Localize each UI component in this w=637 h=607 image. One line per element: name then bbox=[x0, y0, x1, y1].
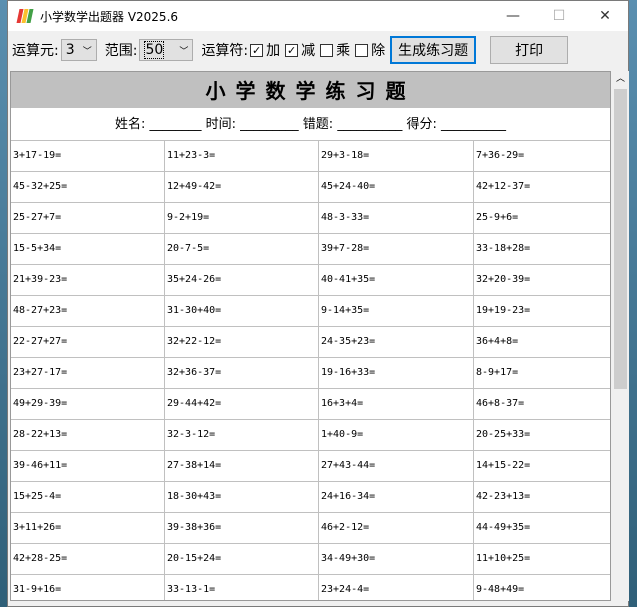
problem-cell: 34-49+30= bbox=[319, 544, 474, 575]
problem-cell: 14+15-22= bbox=[474, 451, 610, 482]
problem-cell: 22-27+27= bbox=[11, 327, 165, 358]
op-divide-checkbox[interactable]: 除 bbox=[355, 40, 385, 60]
op-multiply-checkbox[interactable]: 乘 bbox=[320, 40, 350, 60]
problem-cell: 48-27+23= bbox=[11, 296, 165, 327]
problem-cell: 33-18+28= bbox=[474, 234, 610, 265]
problem-cell: 20-7-5= bbox=[165, 234, 319, 265]
problem-cell: 39+7-28= bbox=[319, 234, 474, 265]
problem-cell: 16+3+4= bbox=[319, 389, 474, 420]
problem-cell: 39-46+11= bbox=[11, 451, 165, 482]
op-subtract-checkbox[interactable]: ✓ 减 bbox=[285, 40, 315, 60]
minimize-button[interactable]: — bbox=[490, 8, 536, 24]
problem-cell: 20-25+33= bbox=[474, 420, 610, 451]
problem-cell: 36+4+8= bbox=[474, 327, 610, 358]
range-select[interactable]: 50 ﹀ bbox=[139, 39, 194, 61]
op-label: 乘 bbox=[336, 43, 351, 59]
problem-cell: 7+36-29= bbox=[474, 141, 610, 172]
scroll-thumb[interactable] bbox=[614, 89, 627, 389]
problem-cell: 45-32+25= bbox=[11, 172, 165, 203]
app-window: 小学数学出题器 V2025.6 — ☐ ✕ 运算元: 3 ﹀ 范围: 50 ﹀ 运算… bbox=[7, 0, 629, 607]
problem-cell: 27+43-44= bbox=[319, 451, 474, 482]
problem-cell: 32+36-37= bbox=[165, 358, 319, 389]
problem-cell: 33-13-1= bbox=[165, 575, 319, 600]
problem-cell: 29+3-18= bbox=[319, 141, 474, 172]
problem-cell: 46+2-12= bbox=[319, 513, 474, 544]
op-label: 加 bbox=[266, 43, 281, 59]
problem-cell: 32+22-12= bbox=[165, 327, 319, 358]
checkbox-icon bbox=[355, 43, 369, 57]
toolbar: 运算元: 3 ﹀ 范围: 50 ﹀ 运算符: ✓ 加 ✓ 减 乘 除 生成练习题 打印 bbox=[8, 31, 628, 69]
op-label: 减 bbox=[301, 43, 316, 59]
problem-cell: 42-23+13= bbox=[474, 482, 610, 513]
chevron-down-icon: ﹀ bbox=[82, 46, 92, 57]
problem-cell: 20-15+24= bbox=[165, 544, 319, 575]
problem-cell: 46+8-37= bbox=[474, 389, 610, 420]
checkbox-checked-icon: ✓ bbox=[285, 43, 299, 57]
problem-cell: 18-30+43= bbox=[165, 482, 319, 513]
problem-cell: 3+11+26= bbox=[11, 513, 165, 544]
problem-cell: 3+17-19= bbox=[11, 141, 165, 172]
vertical-scrollbar[interactable]: ︿ bbox=[612, 71, 629, 601]
chevron-down-icon: ﹀ bbox=[179, 46, 189, 57]
problem-cell: 31-30+40= bbox=[165, 296, 319, 327]
problem-cell: 19-16+33= bbox=[319, 358, 474, 389]
op-label: 除 bbox=[371, 43, 386, 59]
range-label: 范围: bbox=[104, 43, 138, 59]
problem-cell: 12+49-42= bbox=[165, 172, 319, 203]
problem-cell: 8-9+17= bbox=[474, 358, 610, 389]
problem-cell: 21+39-23= bbox=[11, 265, 165, 296]
problem-cell: 24-35+23= bbox=[319, 327, 474, 358]
operand-value: 3 bbox=[65, 42, 75, 58]
problem-cell: 40-41+35= bbox=[319, 265, 474, 296]
problem-cell: 11+23-3= bbox=[165, 141, 319, 172]
print-button[interactable]: 打印 bbox=[490, 36, 569, 64]
problem-cell: 1+40-9= bbox=[319, 420, 474, 451]
close-button[interactable]: ✕ bbox=[582, 8, 628, 24]
problem-cell: 25-27+7= bbox=[11, 203, 165, 234]
problem-cell: 48-3-33= bbox=[319, 203, 474, 234]
problem-cell: 19+19-23= bbox=[474, 296, 610, 327]
app-logo-icon bbox=[16, 9, 34, 23]
problem-cell: 15-5+34= bbox=[11, 234, 165, 265]
problem-cell: 45+24-40= bbox=[319, 172, 474, 203]
problem-cell: 15+25-4= bbox=[11, 482, 165, 513]
student-info: 姓名: ________ 时间: _________ 错题: _________… bbox=[115, 117, 506, 132]
problem-cell: 23+24-4= bbox=[319, 575, 474, 600]
problem-cell: 32+20-39= bbox=[474, 265, 610, 296]
window-title: 小学数学出题器 V2025.6 bbox=[40, 9, 179, 24]
problem-cell: 25-9+6= bbox=[474, 203, 610, 234]
problem-cell: 39-38+36= bbox=[165, 513, 319, 544]
problem-cell: 9-14+35= bbox=[319, 296, 474, 327]
checkbox-icon bbox=[320, 43, 334, 57]
worksheet: 小学数学练习题 姓名: ________ 时间: _________ 错题: _… bbox=[10, 71, 611, 601]
operand-select[interactable]: 3 ﹀ bbox=[60, 39, 97, 61]
problem-cell: 42+12-37= bbox=[474, 172, 610, 203]
problem-cell: 9-48+49= bbox=[474, 575, 610, 600]
problem-cell: 28-22+13= bbox=[11, 420, 165, 451]
maximize-button[interactable]: ☐ bbox=[536, 8, 582, 24]
problem-cell: 24+16-34= bbox=[319, 482, 474, 513]
problem-cell: 27-38+14= bbox=[165, 451, 319, 482]
operator-label: 运算符: bbox=[201, 43, 249, 59]
title-bar: 小学数学出题器 V2025.6 — ☐ ✕ bbox=[8, 1, 628, 31]
problem-cell: 9-2+19= bbox=[165, 203, 319, 234]
problem-cell: 35+24-26= bbox=[165, 265, 319, 296]
generate-button[interactable]: 生成练习题 bbox=[390, 36, 477, 64]
problem-cell: 32-3-12= bbox=[165, 420, 319, 451]
problem-cell: 23+27-17= bbox=[11, 358, 165, 389]
problem-cell: 44-49+35= bbox=[474, 513, 610, 544]
problem-cell: 11+10+25= bbox=[474, 544, 610, 575]
checkbox-checked-icon: ✓ bbox=[250, 43, 264, 57]
sheet-title: 小学数学练习题 bbox=[11, 72, 610, 110]
problem-cell: 49+29-39= bbox=[11, 389, 165, 420]
operand-label: 运算元: bbox=[12, 43, 59, 59]
problem-cell: 29-44+42= bbox=[165, 389, 319, 420]
range-value: 50 bbox=[144, 41, 165, 59]
problem-grid: 3+17-19= 11+23-3= 29+3-18= 7+36-29= 45-32+25… bbox=[11, 140, 610, 600]
op-add-checkbox[interactable]: ✓ 加 bbox=[250, 40, 280, 60]
problem-cell: 42+28-25= bbox=[11, 544, 165, 575]
problem-cell: 31-9+16= bbox=[11, 575, 165, 600]
scroll-up-icon[interactable]: ︿ bbox=[612, 71, 629, 84]
